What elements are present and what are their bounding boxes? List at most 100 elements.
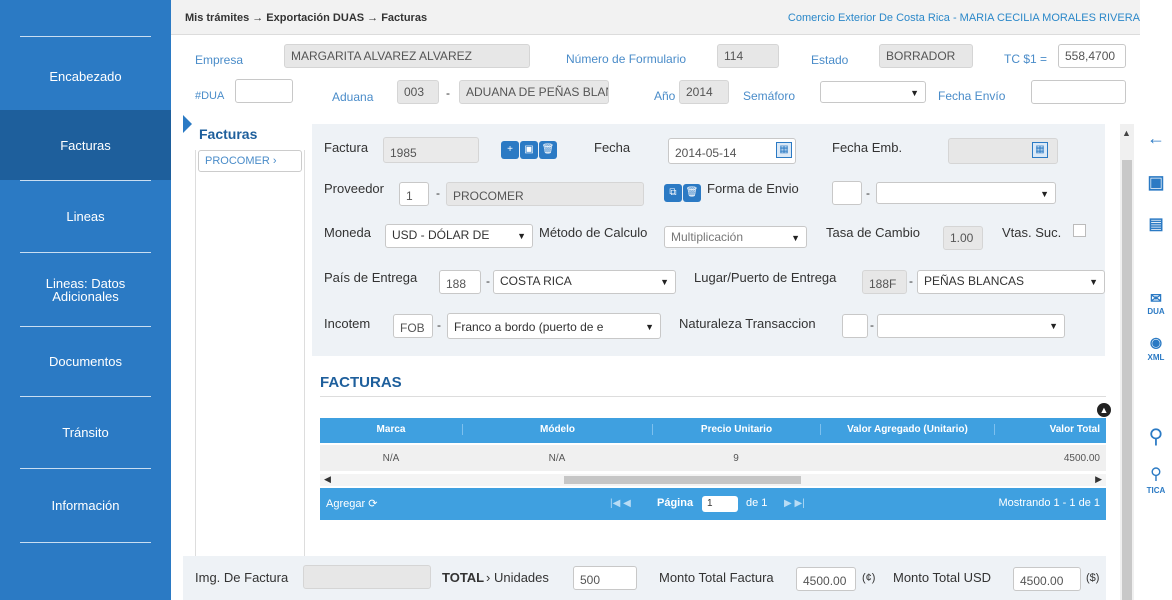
tica-label: TICA [1146, 486, 1166, 495]
fecha-envio-field[interactable] [1031, 80, 1126, 104]
search-icon[interactable]: ⚲ [1140, 424, 1172, 449]
img-factura-field [303, 565, 431, 589]
copy-icon[interactable]: ⧉ [664, 184, 682, 202]
sidebar-item-transito[interactable]: Tránsito [0, 396, 171, 468]
page-of-label: de 1 [746, 497, 768, 509]
eye-icon[interactable]: ◉ [1140, 334, 1172, 351]
pager-first-prev-icon[interactable]: |◀ ◀ [610, 498, 631, 509]
grid-header: Marca Módelo Precio Unitario Valor Agreg… [320, 418, 1106, 443]
sidebar-item-informacion[interactable]: Información [0, 468, 171, 542]
sidebar-item-documentos[interactable]: Documentos [0, 326, 171, 396]
chevron-down-icon: ▼ [1049, 321, 1058, 331]
calendar-icon[interactable]: ▦ [1032, 142, 1048, 158]
pais-entrega-label: País de Entrega [324, 270, 418, 285]
naturaleza-code-field[interactable] [842, 314, 868, 338]
save-icon[interactable]: ▣ [1140, 172, 1172, 193]
scroll-up-icon[interactable]: ▲ [1122, 128, 1131, 138]
back-icon[interactable]: ← [1140, 128, 1172, 149]
chevron-down-icon: ▼ [517, 231, 526, 241]
incotem-label: Incotem [324, 316, 371, 331]
anio-label: Año [654, 89, 676, 103]
factura-list-item[interactable]: PROCOMER › [198, 150, 302, 172]
top-bar: Mis trámites → Exportación DUAS → Factur… [171, 0, 1140, 35]
sidebar-divider [20, 542, 151, 543]
naturaleza-select[interactable]: ▼ [877, 314, 1065, 338]
lugar-entrega-select[interactable]: PEÑAS BLANCAS ▼ [917, 270, 1105, 294]
scroll-right-icon[interactable]: ▶ [1095, 474, 1102, 485]
table-row[interactable]: N/A N/A 9 4500.00 [320, 445, 1106, 471]
semaforo-select[interactable]: ▼ [820, 81, 926, 103]
page-input[interactable]: 1 [702, 496, 738, 512]
collapse-icon[interactable]: ▲ [1097, 403, 1111, 417]
monto-total-label: Monto Total Factura [659, 570, 774, 585]
chevron-down-icon: ▼ [910, 88, 919, 98]
forma-envio-code-field[interactable] [832, 181, 862, 205]
factura-field[interactable]: 1985 [383, 137, 479, 163]
lugar-entrega-label: Lugar/Puerto de Entrega [694, 270, 837, 285]
scroll-left-icon[interactable]: ◀ [324, 474, 331, 485]
sidebar-item-lineas[interactable]: Lineas [0, 180, 171, 252]
pais-entrega-code-field[interactable]: 188 [439, 270, 481, 294]
unidades-field[interactable]: 500 [573, 566, 637, 590]
sidebar-item-facturas[interactable]: Facturas [0, 110, 171, 180]
forma-envio-select[interactable]: ▼ [876, 182, 1056, 204]
monto-total-field[interactable]: 4500.00 [796, 567, 856, 591]
dua-field[interactable] [235, 79, 293, 103]
delete-icon[interactable]: 🗑 [539, 141, 557, 159]
vertical-scrollbar[interactable]: ▲ [1120, 124, 1134, 600]
proveedor-code-field[interactable]: 1 [399, 182, 429, 206]
sidebar-item-label: Lineas [66, 208, 105, 224]
delete-icon[interactable]: 🗑 [683, 184, 701, 202]
column-header[interactable]: Valor Total [994, 424, 1106, 435]
monto-unit: (¢) [862, 572, 876, 584]
active-indicator [183, 115, 192, 133]
sidebar-item-lineas-datos-adicionales[interactable]: Lineas: Datos Adicionales [0, 252, 171, 328]
column-header[interactable]: Precio Unitario [652, 424, 820, 435]
horizontal-scrollbar[interactable]: ◀ ▶ [320, 474, 1106, 486]
empresa-field: MARGARITA ALVAREZ ALVAREZ [284, 44, 530, 68]
add-icon[interactable]: + [501, 141, 519, 159]
moneda-select[interactable]: USD - DÓLAR DE ▼ [385, 224, 533, 248]
unidades-label: › Unidades [486, 570, 549, 585]
divider [320, 396, 1106, 397]
sidebar-item-label: Tránsito [62, 424, 109, 440]
column-header[interactable]: Marca [320, 424, 462, 435]
envelope-icon[interactable]: ✉ [1140, 290, 1172, 307]
scrollbar-thumb[interactable] [564, 476, 801, 484]
calendar-icon[interactable]: ▦ [776, 142, 792, 158]
facturas-list [195, 150, 305, 580]
aduana-code-field: 003 [397, 80, 439, 104]
refresh-icon[interactable]: ⟳ [368, 498, 377, 510]
chevron-down-icon: ▼ [645, 322, 654, 332]
incotem-select[interactable]: Franco a bordo (puerto de e ▼ [447, 313, 661, 339]
pais-entrega-select[interactable]: COSTA RICA ▼ [493, 270, 676, 294]
facturas-title: Facturas [199, 126, 258, 142]
vtas-suc-checkbox[interactable] [1073, 224, 1086, 237]
sidebar-item-encabezado[interactable]: Encabezado [0, 36, 171, 116]
column-header[interactable]: Módelo [462, 424, 652, 435]
proveedor-label: Proveedor [324, 181, 384, 196]
aduana-name-field: ADUANA DE PEÑAS BLANCAS [459, 80, 609, 104]
fecha-envio-label: Fecha Envío [938, 89, 1006, 103]
save-icon[interactable]: ▣ [520, 141, 538, 159]
pager-next-last-icon[interactable]: ▶ ▶| [784, 498, 805, 509]
chevron-down-icon: ▼ [1089, 277, 1098, 287]
monto-usd-field[interactable]: 4500.00 [1013, 567, 1081, 591]
lugar-entrega-code-field: 188F [862, 270, 907, 294]
tc-field[interactable]: 558,4700 [1058, 44, 1126, 68]
fecha-label: Fecha [594, 140, 631, 155]
user-info: Comercio Exterior De Costa Rica - MARIA … [787, 12, 1140, 24]
sidebar-item-label: Lineas: Datos Adicionales [45, 276, 126, 304]
search-tica-icon[interactable]: ⚲ [1140, 464, 1172, 484]
metodo-calculo-select[interactable]: Multiplicación ▼ [664, 226, 807, 248]
incotem-code-field[interactable]: FOB [393, 314, 433, 338]
column-header[interactable]: Valor Agregado (Unitario) [820, 424, 994, 435]
scrollbar-thumb[interactable] [1122, 160, 1132, 600]
add-row-button[interactable]: Agregar ⟳ [326, 497, 377, 510]
chevron-down-icon: ▼ [791, 233, 800, 243]
page-label: Página [657, 497, 694, 509]
sidebar-item-label: Documentos [49, 353, 122, 369]
download-icon[interactable]: ▤ [1140, 214, 1172, 234]
empresa-label: Empresa [195, 53, 244, 67]
factura-label: Factura [324, 140, 369, 155]
